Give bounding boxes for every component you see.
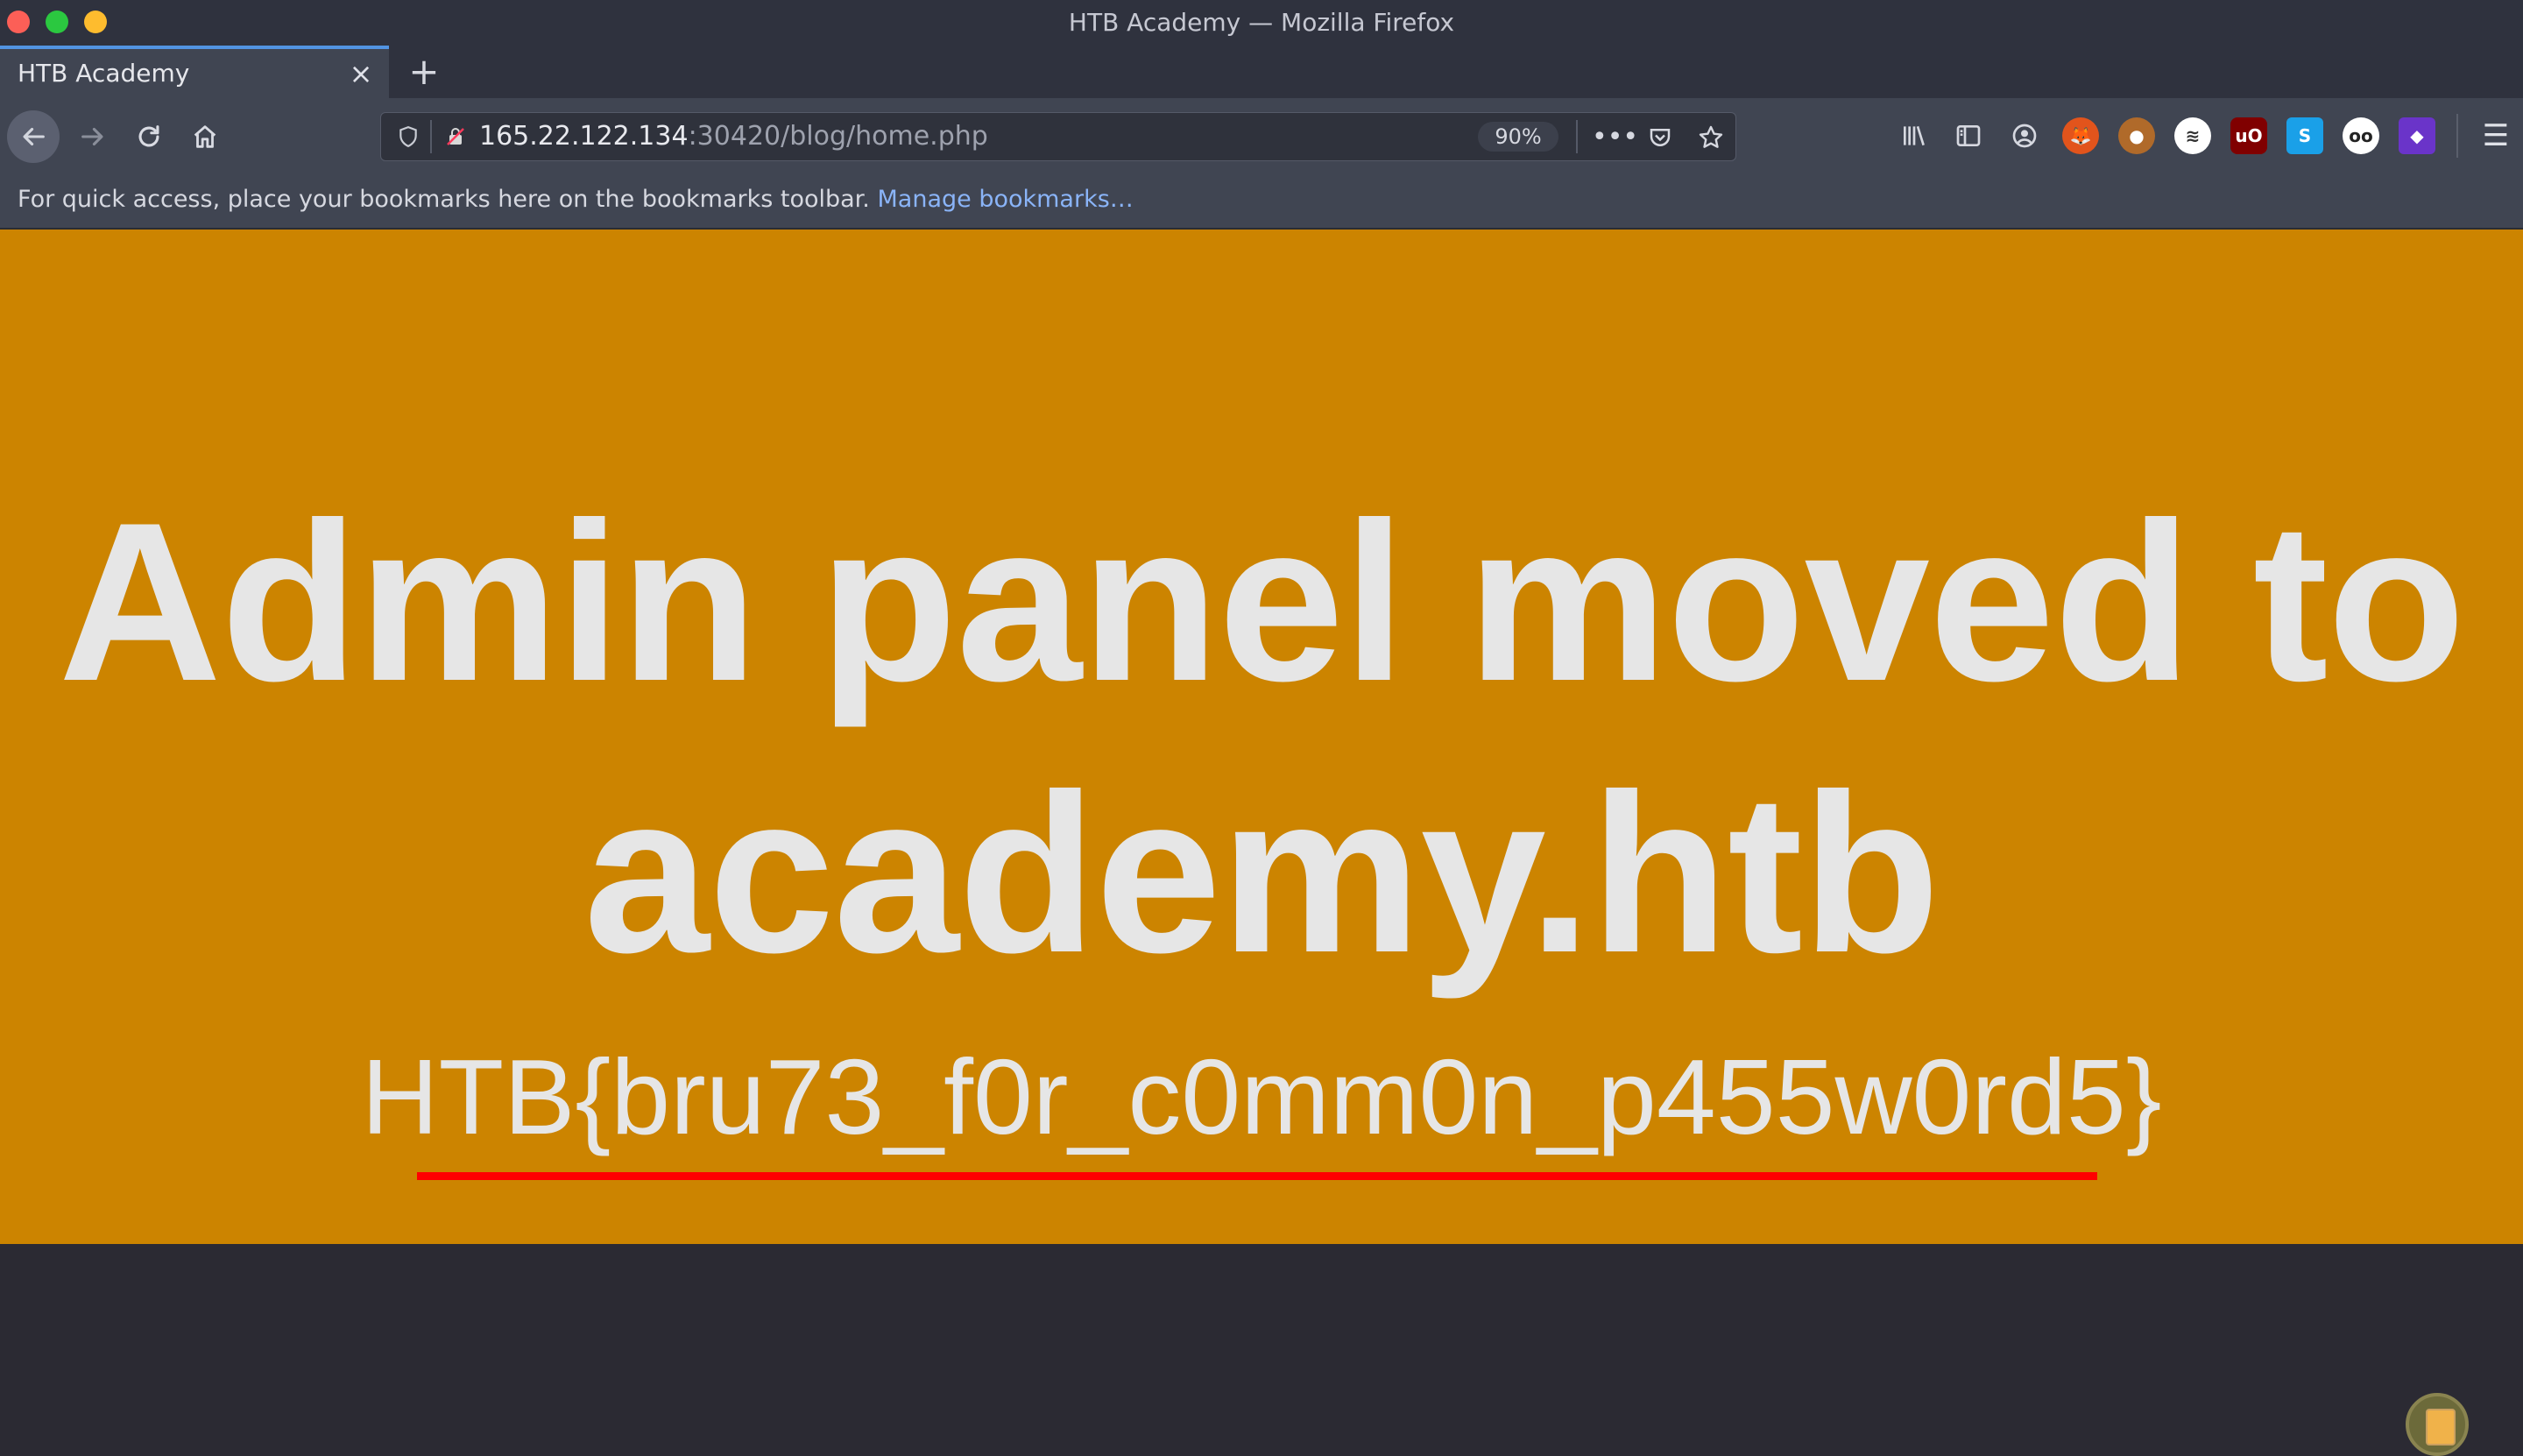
reload-icon: [138, 125, 159, 147]
home-icon: [194, 125, 216, 148]
extension-cube-icon[interactable]: ◆: [2399, 117, 2435, 154]
forward-button[interactable]: [67, 110, 119, 163]
extension-wappalyzer-icon[interactable]: ≋: [2174, 117, 2211, 154]
url-bar[interactable]: 165.22.122.134:30420/blog/home.php 90% •…: [380, 112, 1736, 161]
extension-s-icon[interactable]: S: [2286, 117, 2323, 154]
bookmark-star-icon[interactable]: [1693, 120, 1728, 155]
reload-button[interactable]: [123, 110, 175, 163]
bookmarks-toolbar: For quick access, place your bookmarks h…: [0, 173, 2523, 230]
home-button[interactable]: [179, 110, 231, 163]
toolbar-divider: [2456, 114, 2458, 158]
page-headline: Admin panel moved to academy.htb: [0, 466, 2523, 1009]
navigation-toolbar: 165.22.122.134:30420/blog/home.php 90% •…: [0, 98, 2523, 173]
url-text[interactable]: 165.22.122.134:30420/blog/home.php: [479, 113, 988, 160]
url-divider: [1576, 120, 1578, 153]
hamburger-menu-icon[interactable]: ☰: [2477, 117, 2514, 154]
back-button[interactable]: [7, 110, 60, 163]
clipboard-icon[interactable]: [2406, 1393, 2469, 1456]
window-title: HTB Academy — Mozilla Firefox: [1068, 8, 1455, 37]
tab-strip: HTB Academy × +: [0, 46, 2523, 98]
insecure-lock-icon[interactable]: [442, 124, 469, 150]
more-actions-icon[interactable]: •••: [1592, 120, 1638, 155]
tab-htb-academy[interactable]: HTB Academy ×: [0, 46, 389, 98]
extension-firefox-icon[interactable]: 🦊: [2062, 117, 2099, 154]
library-icon[interactable]: [1896, 117, 1933, 154]
bookmarks-message: For quick access, place your bookmarks h…: [18, 173, 1134, 226]
page-content: Admin panel moved to academy.htb HTB{bru…: [0, 230, 2523, 1456]
arrow-left-icon: [23, 127, 45, 146]
extension-cookie-icon[interactable]: ●: [2118, 117, 2155, 154]
tracking-shield-icon[interactable]: [393, 122, 423, 152]
zoom-level-button[interactable]: 90%: [1478, 122, 1558, 152]
arrow-right-icon: [81, 127, 103, 146]
window-titlebar: HTB Academy — Mozilla Firefox: [0, 0, 2523, 46]
bookmarks-hint: For quick access, place your bookmarks h…: [18, 186, 870, 213]
url-path: :30420/blog/home.php: [688, 121, 988, 152]
tab-title: HTB Academy: [18, 59, 190, 88]
close-icon[interactable]: ×: [349, 60, 373, 88]
extension-ublock-icon[interactable]: uO: [2230, 117, 2267, 154]
clipboard-icon-inner: [2426, 1409, 2456, 1445]
account-icon[interactable]: [2006, 117, 2043, 154]
headline-line-1: Admin panel moved to: [58, 475, 2466, 728]
pocket-icon[interactable]: [1643, 120, 1678, 155]
url-divider: [430, 120, 432, 153]
flag-text: HTB{bru73_f0r_c0mm0n_p455w0rd5}: [361, 1037, 2162, 1156]
red-underline-annotation: [417, 1172, 2097, 1180]
plus-icon[interactable]: +: [405, 53, 443, 91]
url-host: 165.22.122.134: [479, 121, 689, 152]
headline-line-2: academy.htb: [583, 746, 1940, 1000]
sidebar-icon[interactable]: [1950, 117, 1987, 154]
extension-glasses-icon[interactable]: oo: [2343, 117, 2379, 154]
manage-bookmarks-link[interactable]: Manage bookmarks…: [877, 186, 1133, 213]
